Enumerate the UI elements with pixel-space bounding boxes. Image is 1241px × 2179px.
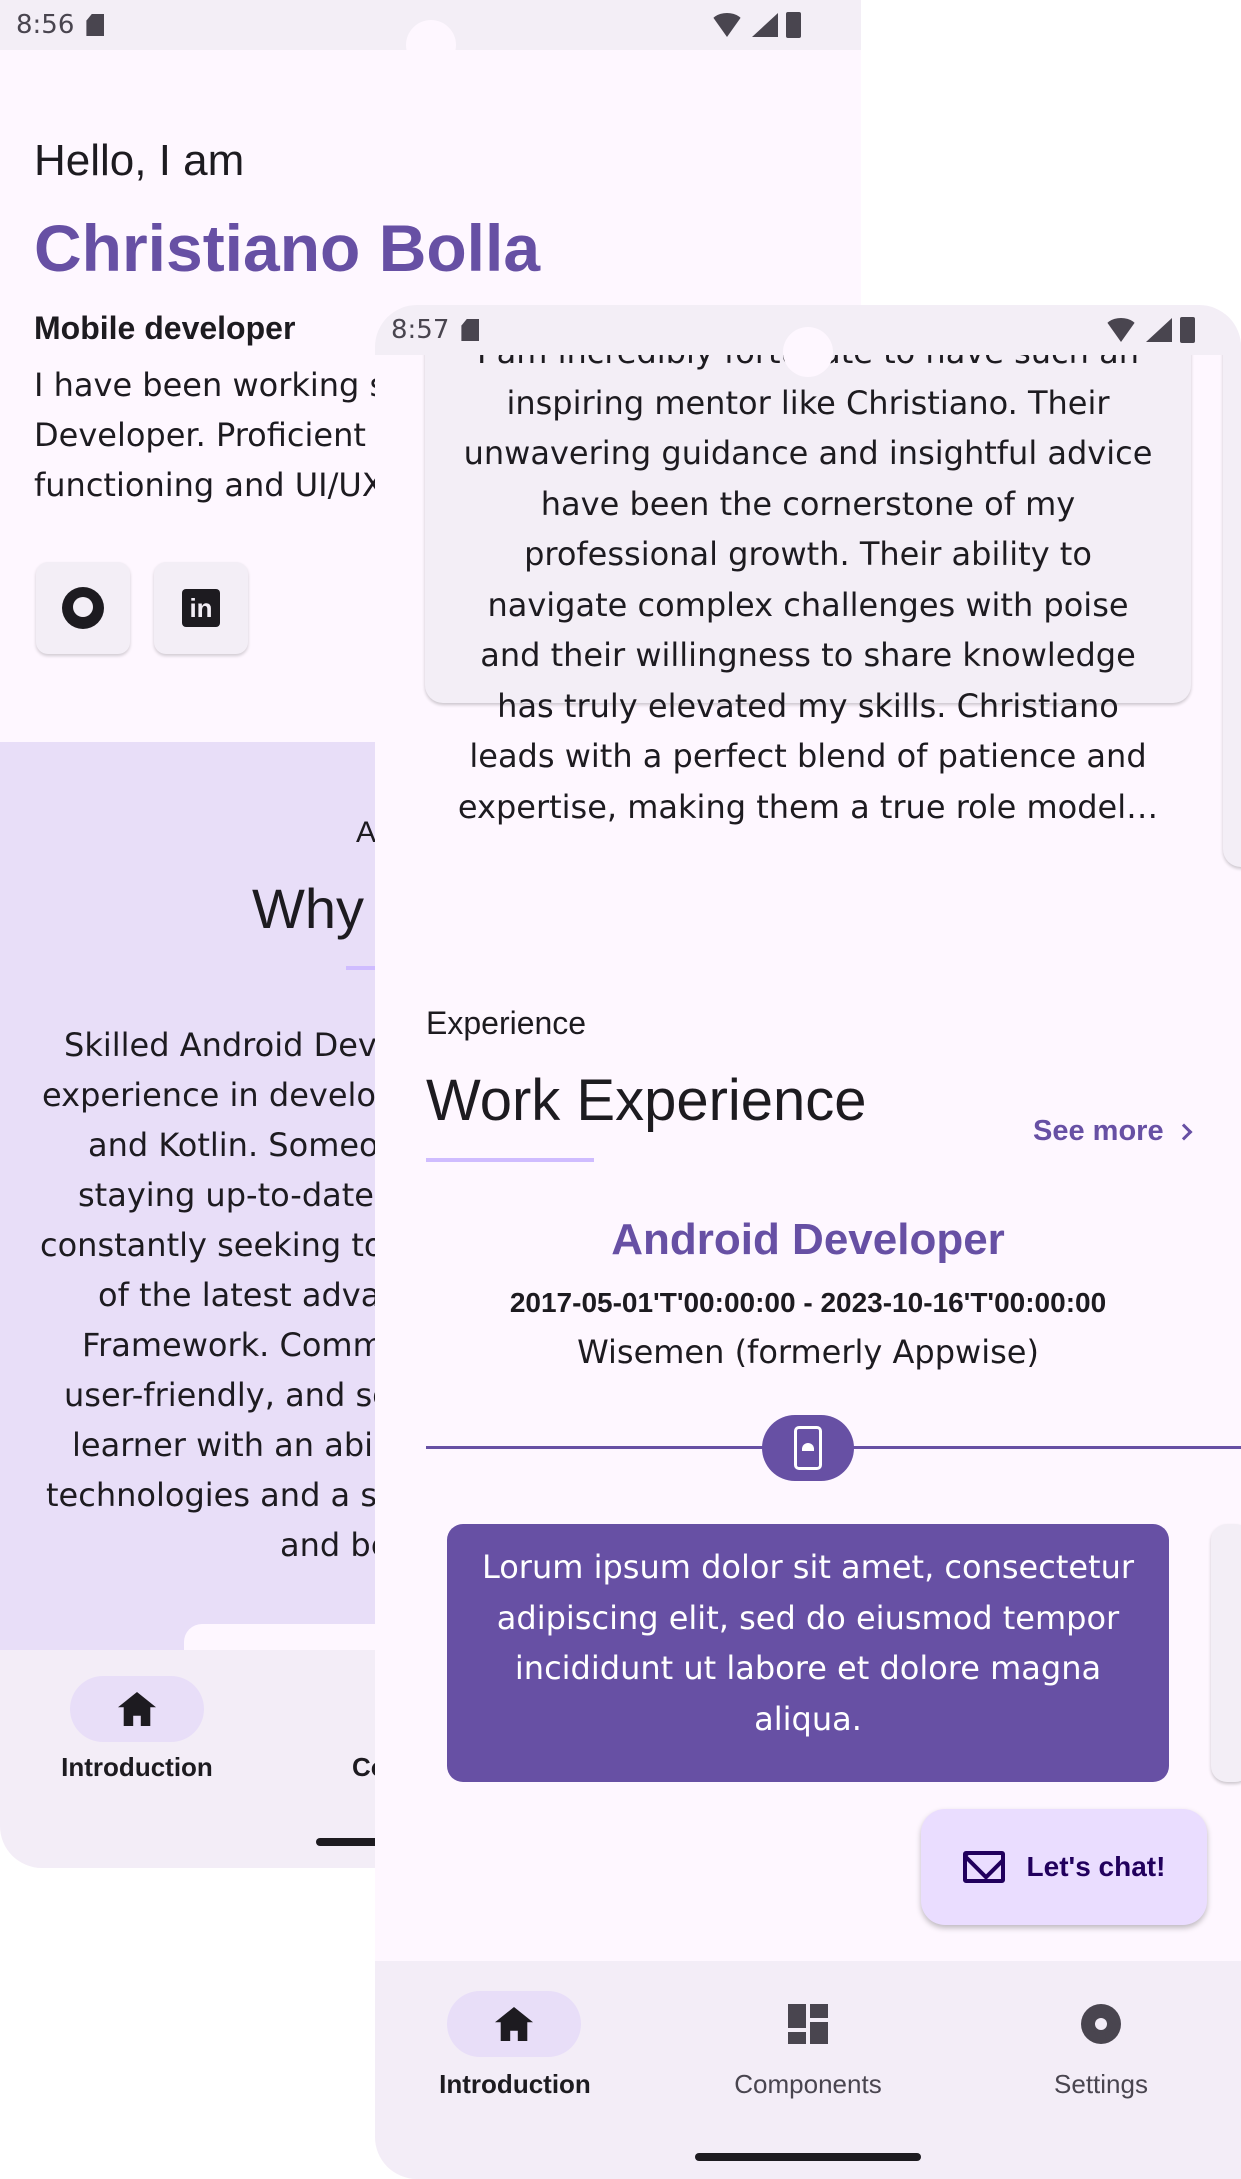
about-line: learner with an abil (72, 1426, 382, 1464)
job-company: Wisemen (formerly Appwise) (577, 1333, 1039, 1371)
intro-role: Mobile developer (34, 310, 296, 346)
gesture-handle (695, 2153, 921, 2161)
home-icon (495, 2007, 533, 2041)
github-button[interactable] (36, 562, 130, 654)
about-line: technologies and a s (46, 1476, 377, 1514)
experience-underline (426, 1158, 594, 1162)
wifi-icon (1104, 318, 1138, 342)
bottom-navigation: Introduction Components Settings (375, 1961, 1241, 2179)
about-line: and Kotlin. Someo (88, 1126, 379, 1164)
sd-card-icon (86, 14, 105, 36)
about-line: staying up-to-date v (78, 1176, 404, 1214)
nav-label-introduction: Introduction (61, 1752, 213, 1782)
about-title: Why (252, 877, 364, 940)
lets-chat-button[interactable]: Let's chat! (921, 1809, 1207, 1925)
mail-icon (962, 1851, 1005, 1883)
about-line: Framework. Comm (82, 1326, 384, 1364)
job-description-card: Lorum ipsum dolor sit amet, consectetur … (447, 1524, 1169, 1782)
sd-card-icon (461, 319, 480, 341)
wifi-icon (710, 13, 744, 37)
nav-item-settings[interactable] (1034, 1991, 1168, 2057)
about-line: constantly seeking to (40, 1226, 384, 1264)
experience-title: Work Experience (426, 1068, 867, 1133)
intro-greeting: Hello, I am (34, 136, 245, 185)
see-more-button[interactable]: See more (1033, 1115, 1193, 1148)
camera-cutout (406, 20, 456, 70)
status-time: 8:57 (391, 315, 450, 345)
home-icon (118, 1692, 156, 1726)
next-testimonial-card[interactable] (1223, 305, 1241, 867)
status-time: 8:56 (16, 10, 75, 40)
about-label: A (356, 816, 377, 849)
signal-icon (752, 13, 778, 37)
chevron-right-icon (1175, 1123, 1193, 1140)
battery-icon (786, 12, 801, 38)
fab-label: Let's chat! (1026, 1851, 1166, 1882)
job-dates: 2017-05-01'T'00:00:00 - 2023-10-16'T'00:… (509, 1287, 1107, 1318)
about-line: experience in develop (42, 1076, 397, 1114)
nav-item-introduction[interactable] (70, 1676, 204, 1742)
timeline-node[interactable] (762, 1415, 854, 1481)
intro-name: Christiano Bolla (34, 211, 541, 285)
nav-label-components: Components (734, 2069, 882, 2099)
camera-cutout (783, 327, 833, 377)
nav-item-introduction[interactable] (447, 1991, 581, 2057)
gear-icon (1081, 2004, 1121, 2044)
see-more-label: See more (1033, 1115, 1164, 1147)
about-line: and be (280, 1526, 391, 1564)
experience-label: Experience (426, 1005, 587, 1041)
linkedin-button[interactable]: in (154, 562, 248, 654)
github-icon (62, 587, 104, 629)
next-job-card[interactable] (1211, 1524, 1241, 1782)
signal-icon (1146, 318, 1172, 342)
about-line: user-friendly, and sc (64, 1376, 390, 1414)
testimonial-text: I am incredibly fortunate to have such a… (457, 333, 1159, 826)
about-line: Skilled Android Dev (64, 1026, 377, 1064)
nav-item-components[interactable] (741, 1991, 875, 2057)
dashboard-icon (788, 2004, 828, 2044)
phone-screen-front: I am incredibly fortunate to have such a… (375, 305, 1241, 2179)
about-line: of the latest adva (98, 1276, 381, 1314)
nav-label-settings: Settings (1054, 2069, 1148, 2099)
job-title: Android Developer (611, 1215, 1005, 1264)
nav-label-introduction: Introduction (439, 2069, 591, 2099)
battery-icon (1180, 317, 1195, 343)
android-phone-icon (794, 1426, 822, 1470)
linkedin-icon: in (182, 589, 220, 627)
